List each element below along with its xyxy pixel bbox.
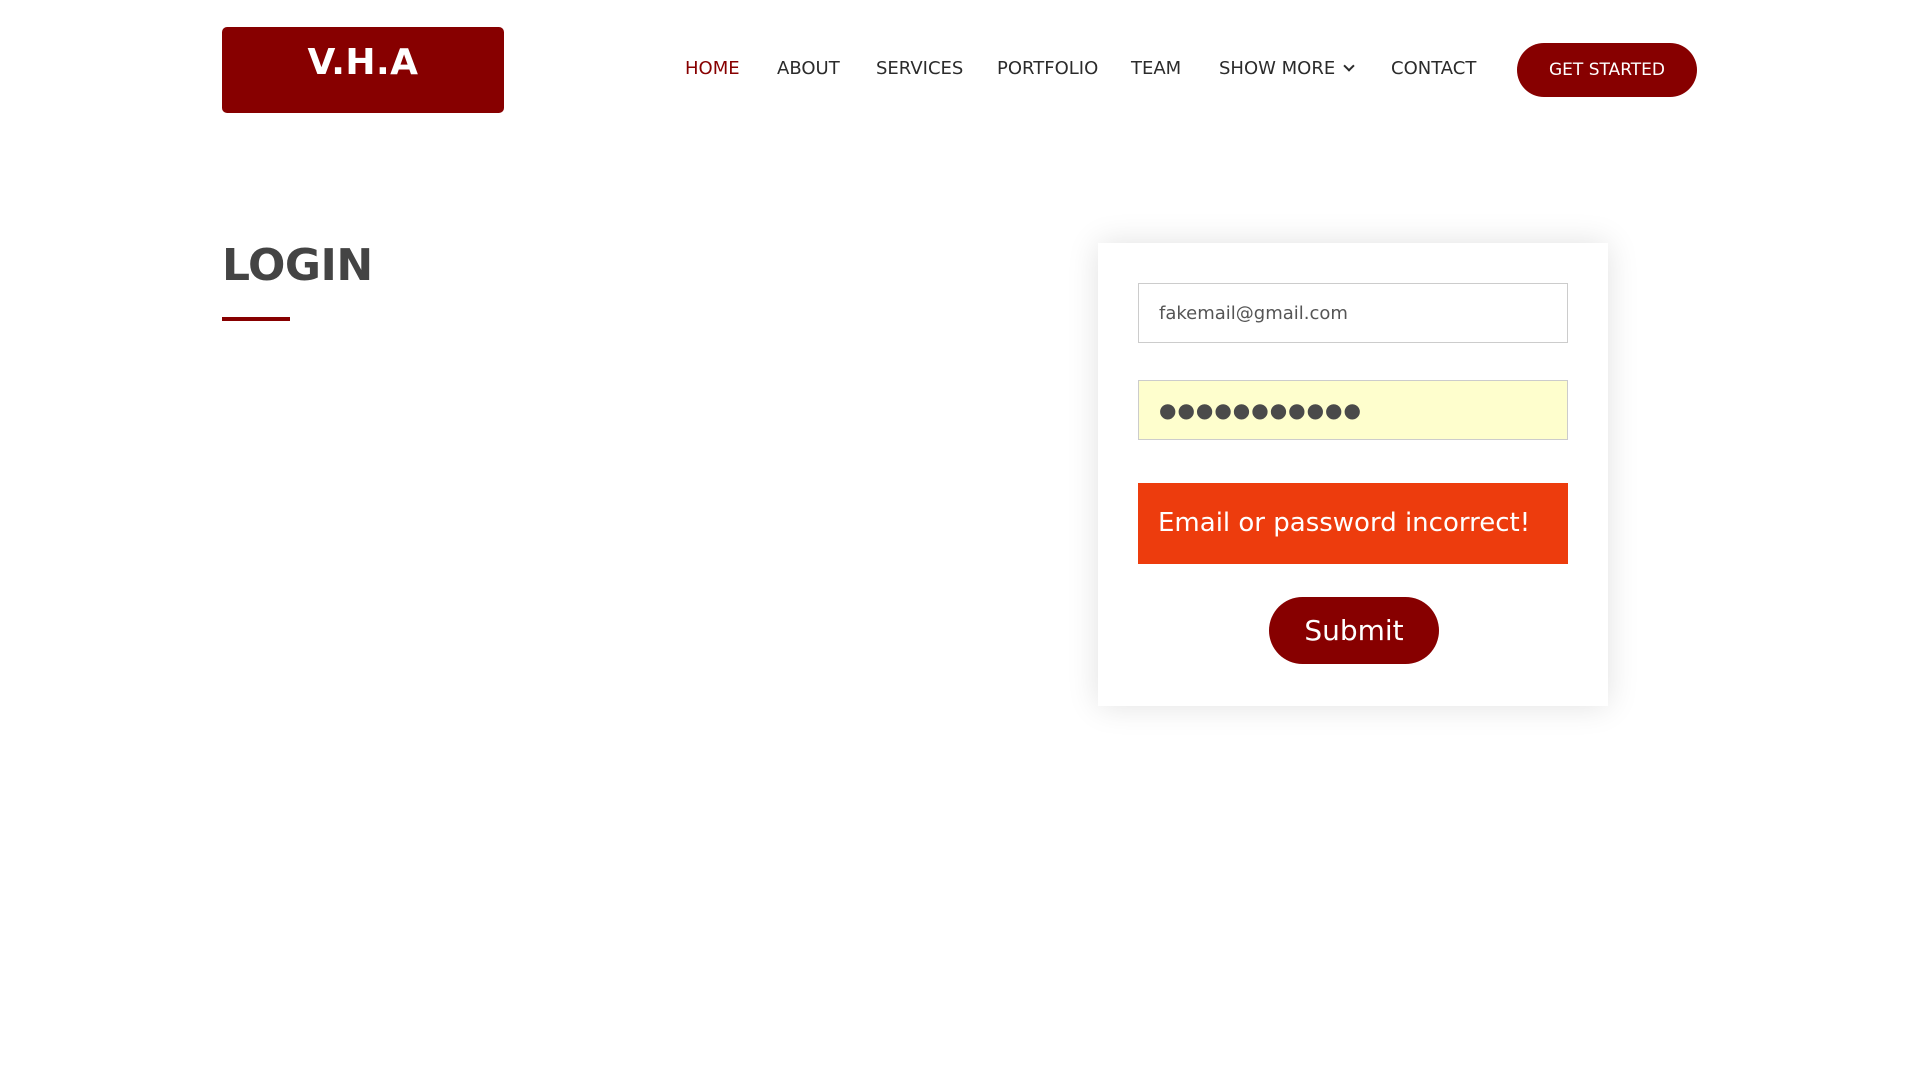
error-message: Email or password incorrect! [1138, 483, 1568, 564]
password-field[interactable]: ●●●●●●●●●●● [1138, 380, 1568, 440]
submit-button[interactable]: Submit [1269, 597, 1439, 664]
get-started-button[interactable]: GET STARTED [1517, 43, 1697, 97]
nav-show-more[interactable]: SHOW MORE [1219, 57, 1355, 81]
nav-services[interactable]: SERVICES [876, 57, 963, 81]
page-title: LOGIN [222, 240, 373, 291]
site-header: V.H.A HOME ABOUT SERVICES PORTFOLIO TEAM… [0, 0, 1920, 140]
email-field[interactable] [1138, 283, 1568, 343]
nav-team[interactable]: TEAM [1131, 57, 1181, 81]
nav-contact[interactable]: CONTACT [1391, 57, 1476, 81]
chevron-down-icon [1343, 60, 1355, 72]
nav-portfolio[interactable]: PORTFOLIO [997, 57, 1098, 81]
nav-home[interactable]: HOME [685, 57, 740, 81]
nav-show-more-label: SHOW MORE [1219, 58, 1336, 79]
login-card: ●●●●●●●●●●● Email or password incorrect!… [1098, 243, 1608, 706]
title-underline [222, 317, 290, 321]
nav-about[interactable]: ABOUT [777, 57, 840, 81]
